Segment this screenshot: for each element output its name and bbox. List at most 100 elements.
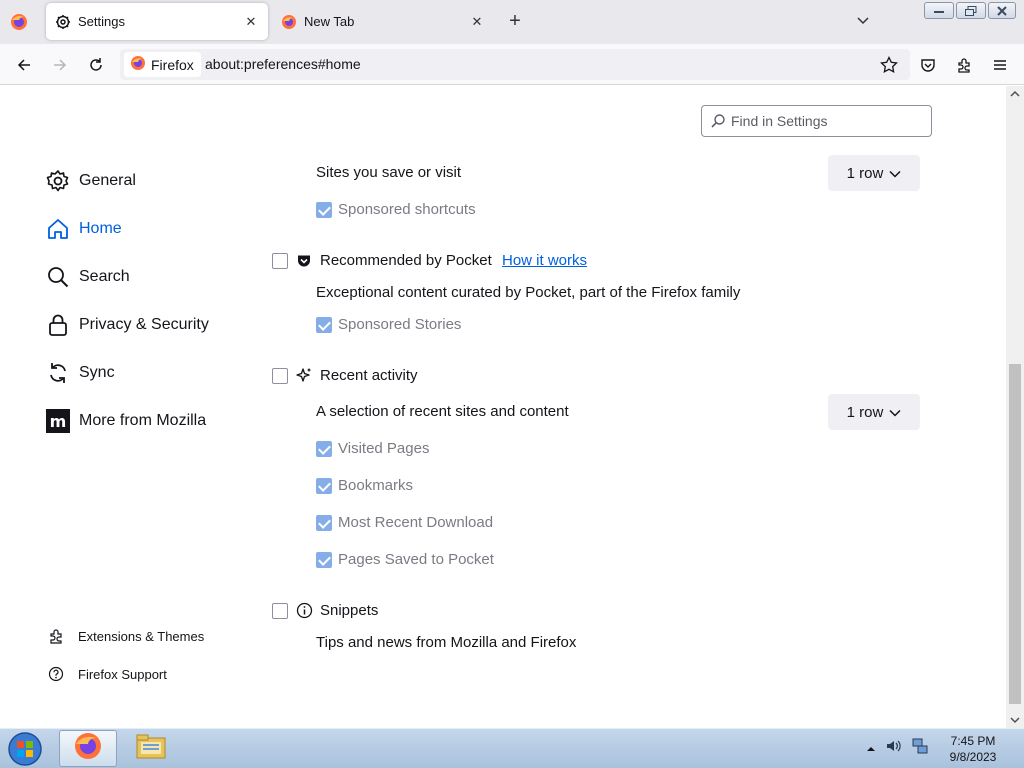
network-icon[interactable] [912,738,928,759]
sponsored-shortcuts-label: Sponsored shortcuts [338,201,476,218]
dropdown-value: 1 row [846,164,884,182]
page-scrollbar[interactable] [1006,86,1024,728]
tab-bar: Settings ✕ New Tab ✕ + [0,0,1024,44]
sponsored-shortcuts-checkbox[interactable] [316,202,332,218]
visited-pages-label: Visited Pages [338,440,430,457]
sync-icon [45,360,71,386]
puzzle-icon [46,626,66,646]
sparkle-icon [295,367,313,385]
start-button[interactable] [4,730,46,768]
find-in-settings-input[interactable]: Find in Settings [701,105,932,137]
firefox-icon [73,731,103,766]
close-tab-icon[interactable]: ✕ [240,11,262,33]
tab-label: Settings [78,14,125,29]
lock-icon [45,312,71,338]
identity-label: Firefox [151,56,194,73]
folder-icon [135,732,167,765]
pocket-icon [295,252,313,270]
sidebar-item-label: Home [79,220,122,237]
close-tab-icon[interactable]: ✕ [466,11,488,33]
search-icon [710,113,726,129]
how-it-works-link[interactable]: How it works [502,252,587,269]
clock-time: 7:45 PM [950,734,996,748]
sidebar-item-search[interactable]: Search [45,262,130,292]
extensions-themes-label: Extensions & Themes [78,628,205,644]
extensions-icon[interactable] [951,52,977,78]
reload-button[interactable] [83,52,109,78]
pocket-title: Recommended by Pocket [320,252,492,269]
snippets-title: Snippets [320,602,379,619]
extensions-themes-link[interactable]: Extensions & Themes [46,625,204,647]
firefox-view-icon[interactable] [8,11,32,33]
shortcuts-rows-dropdown[interactable]: 1 row [828,155,920,191]
taskbar: 7:45 PM 9/8/2023 [0,728,1024,768]
show-hidden-icons-icon[interactable] [866,740,876,758]
home-icon [45,216,71,242]
sponsored-stories-checkbox[interactable] [316,317,332,333]
scroll-up-icon[interactable] [1010,90,1020,98]
system-tray [866,738,928,759]
chevron-down-icon [889,404,901,421]
snippets-checkbox[interactable] [272,603,288,619]
sidebar-item-sync[interactable]: Sync [45,358,115,388]
mozilla-icon: m [45,408,71,434]
search-icon [45,264,71,290]
menu-icon[interactable] [987,52,1013,78]
search-placeholder: Find in Settings [731,113,828,129]
pages-saved-to-pocket-label: Pages Saved to Pocket [338,551,494,568]
sidebar-item-label: Search [79,268,130,285]
sidebar-item-home[interactable]: Home [45,214,122,244]
recent-activity-checkbox[interactable] [272,368,288,384]
tab-new-tab[interactable]: New Tab ✕ [272,3,494,40]
taskbar-firefox[interactable] [59,730,117,767]
sidebar-item-label: Sync [79,364,115,381]
url-bar[interactable]: Firefox about:preferences#home [120,49,910,80]
shortcuts-description: Sites you save or visit [316,164,462,181]
bookmarks-label: Bookmarks [338,477,414,494]
help-icon [46,664,66,684]
forward-button[interactable] [47,52,73,78]
tab-settings[interactable]: Settings ✕ [46,3,268,40]
gear-icon [45,168,71,194]
scroll-down-icon[interactable] [1010,716,1020,724]
navigation-toolbar: Firefox about:preferences#home [0,44,1024,85]
sidebar-item-label: Privacy & Security [79,316,209,333]
firefox-support-link[interactable]: Firefox Support [46,663,167,685]
pocket-checkbox[interactable] [272,253,288,269]
sponsored-stories-label: Sponsored Stories [338,316,462,333]
dropdown-value: 1 row [846,403,884,421]
firefox-icon [130,55,146,74]
sidebar-item-label: More from Mozilla [79,412,207,429]
visited-pages-checkbox[interactable] [316,441,332,457]
bookmarks-checkbox[interactable] [316,478,332,494]
most-recent-download-label: Most Recent Download [338,514,494,531]
firefox-icon [280,13,298,31]
taskbar-explorer[interactable] [122,730,180,767]
sidebar-item-general[interactable]: General [45,166,136,196]
pocket-icon[interactable] [915,52,941,78]
close-window-button[interactable] [988,2,1016,19]
identity-box[interactable]: Firefox [124,52,201,77]
back-button[interactable] [11,52,37,78]
recent-activity-description: A selection of recent sites and content [316,403,569,420]
scrollbar-thumb[interactable] [1009,364,1021,704]
tab-label: New Tab [304,14,355,29]
bookmark-star-icon[interactable] [876,52,902,78]
url-text[interactable]: about:preferences#home [205,56,361,72]
clock-date: 9/8/2023 [949,750,997,764]
list-all-tabs-icon[interactable] [855,12,873,30]
sidebar-item-more-from-mozilla[interactable]: m More from Mozilla [45,406,206,436]
taskbar-clock[interactable]: 7:45 PM 9/8/2023 [940,733,1006,765]
minimize-button[interactable] [924,2,954,19]
sidebar-item-privacy[interactable]: Privacy & Security [45,310,209,340]
most-recent-download-checkbox[interactable] [316,515,332,531]
chevron-down-icon [889,165,901,182]
volume-icon[interactable] [886,739,902,758]
new-tab-button[interactable]: + [505,11,525,31]
recent-activity-rows-dropdown[interactable]: 1 row [828,394,920,430]
restore-button[interactable] [956,2,986,19]
pages-saved-to-pocket-checkbox[interactable] [316,552,332,568]
window-controls [924,2,1016,19]
svg-text:m: m [50,412,67,431]
firefox-support-label: Firefox Support [78,666,167,682]
